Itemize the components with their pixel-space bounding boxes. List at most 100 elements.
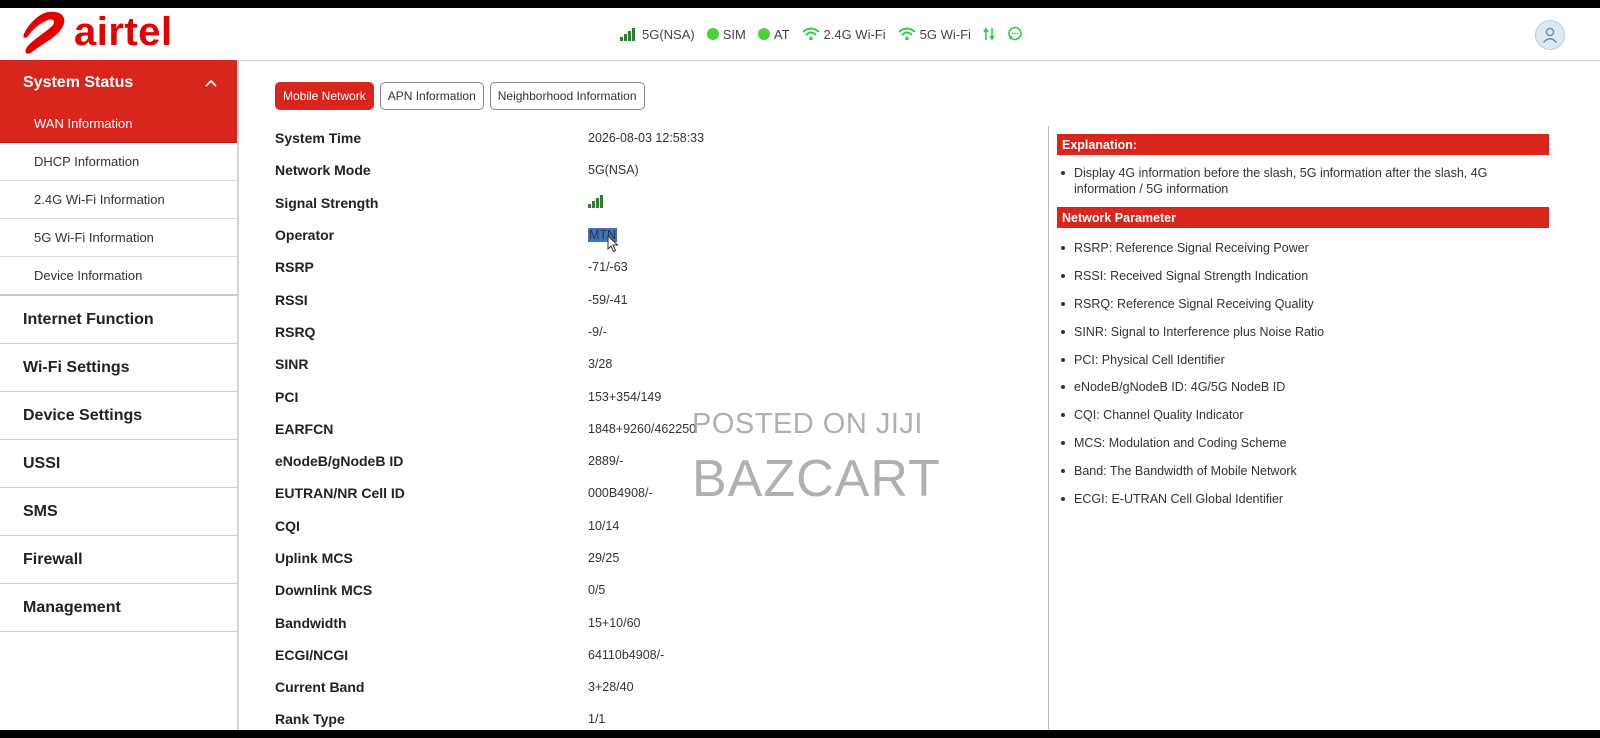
list-item: eNodeB/gNodeB ID: 4G/5G NodeB ID [1057, 373, 1549, 401]
sidebar-item-wan-information[interactable]: WAN Information [0, 105, 237, 143]
info-value: 5G(NSA) [588, 163, 639, 178]
router-admin-screen: airtel 5G(NSA) SIM AT 2.4G Wi-Fi 5G Wi-F… [0, 8, 1600, 730]
info-value: 153+354/149 [588, 389, 662, 404]
wifi-24g-status: 2.4G Wi-Fi [801, 26, 886, 42]
info-row: ECGI/NCGI 64110b4908/- [275, 639, 1035, 671]
at-label: AT [773, 26, 790, 42]
list-item: MCS: Modulation and Coding Scheme [1057, 429, 1549, 457]
info-label: RSSI [275, 291, 308, 308]
mobile-network-info-table: System Time 2026-08-03 12:58:33 Network M… [275, 122, 1035, 730]
wifi-5g-label: 5G Wi-Fi [919, 26, 971, 42]
info-value: -59/-41 [588, 292, 628, 307]
tab-bar: Mobile Network APN Information Neighborh… [275, 82, 651, 110]
info-label: CQI [275, 517, 300, 534]
info-label: System Time [275, 130, 362, 147]
help-panel: Explanation: Display 4G information befo… [1057, 134, 1549, 513]
signal-strength-value [588, 194, 606, 211]
sidebar-section-system-status[interactable]: System Status [0, 60, 237, 105]
info-label: EUTRAN/NR Cell ID [275, 485, 405, 502]
main-content: Mobile Network APN Information Neighborh… [239, 60, 1600, 730]
chat-bubble-icon [1008, 26, 1022, 41]
info-label: EARFCN [275, 420, 334, 437]
sidebar-item-wifi-settings[interactable]: Wi-Fi Settings [0, 344, 237, 392]
top-header: airtel 5G(NSA) SIM AT 2.4G Wi-Fi 5G Wi-F… [0, 8, 1600, 61]
network-parameter-header: Network Parameter [1057, 207, 1549, 228]
tab-apn-information[interactable]: APN Information [379, 82, 484, 110]
info-row: Rank Type 1/1 [275, 703, 1035, 730]
info-row: Downlink MCS 0/5 [275, 574, 1035, 606]
data-transfer-status [983, 27, 995, 41]
sidebar-item-sms[interactable]: SMS [0, 488, 237, 536]
info-row: Current Band 3+28/40 [275, 671, 1035, 703]
list-item: PCI: Physical Cell Identifier [1057, 346, 1549, 374]
info-value: 3+28/40 [588, 680, 634, 695]
info-label: SINR [275, 356, 309, 373]
info-label: RSRP [275, 259, 314, 276]
info-value: 1848+9260/462250 [588, 421, 697, 436]
mouse-cursor-icon [607, 235, 619, 253]
info-value: 000B4908/- [588, 486, 653, 501]
info-row: RSRQ -9/- [275, 316, 1035, 348]
info-label: eNodeB/gNodeB ID [275, 453, 404, 470]
info-row: Network Mode 5G(NSA) [275, 154, 1035, 186]
wifi-5g-status: 5G Wi-Fi [897, 26, 971, 42]
info-row: EUTRAN/NR Cell ID 000B4908/- [275, 477, 1035, 509]
explanation-header: Explanation: [1057, 134, 1549, 155]
info-row: Bandwidth 15+10/60 [275, 606, 1035, 638]
info-label: Current Band [275, 679, 365, 696]
network-mode-label: 5G(NSA) [642, 26, 695, 42]
sim-label: SIM [722, 26, 746, 42]
info-value: 2026-08-03 12:58:33 [588, 131, 705, 146]
info-label: Bandwidth [275, 614, 347, 631]
section-title: System Status [23, 73, 134, 91]
info-label: PCI [275, 388, 299, 405]
sidebar-item-5g-wifi-information[interactable]: 5G Wi-Fi Information [0, 219, 237, 257]
airtel-logo[interactable]: airtel [18, 8, 188, 58]
airtel-swirl-icon [23, 11, 65, 54]
info-value: 64110b4908/- [588, 647, 665, 662]
info-row: Operator MTN [275, 219, 1035, 251]
network-parameter-list: RSRP: Reference Signal Receiving Power R… [1057, 234, 1549, 513]
list-item: RSSI: Received Signal Strength Indicatio… [1057, 262, 1549, 290]
sidebar-item-firewall[interactable]: Firewall [0, 536, 237, 584]
sim-status: SIM [706, 26, 746, 42]
at-ok-dot-icon [757, 28, 770, 40]
tab-neighborhood-information[interactable]: Neighborhood Information [489, 82, 645, 110]
info-label: Downlink MCS [275, 582, 373, 599]
info-label: Operator [275, 227, 335, 244]
info-value: 29/25 [588, 551, 620, 565]
info-value: -9/- [588, 324, 607, 339]
info-row: CQI 10/14 [275, 510, 1035, 542]
signal-bars-icon [620, 28, 635, 41]
sidebar-item-dhcp-information[interactable]: DHCP Information [0, 143, 237, 181]
chevron-up-icon [205, 79, 217, 87]
signal-bars-icon [588, 195, 603, 209]
message-status[interactable] [1007, 26, 1023, 42]
info-row: System Time 2026-08-03 12:58:33 [275, 122, 1035, 154]
user-avatar-icon[interactable] [1535, 20, 1565, 50]
list-item: ECGI: E-UTRAN Cell Global Identifier [1057, 485, 1549, 513]
info-row: RSRP -71/-63 [275, 251, 1035, 283]
list-item: CQI: Channel Quality Indicator [1057, 401, 1549, 429]
info-row: Uplink MCS 29/25 [275, 542, 1035, 574]
info-row: RSSI -59/-41 [275, 283, 1035, 315]
info-row: Signal Strength [275, 187, 1035, 219]
sidebar: System Status WAN Information DHCP Infor… [0, 60, 239, 730]
sidebar-item-24g-wifi-information[interactable]: 2.4G Wi-Fi Information [0, 181, 237, 219]
list-item: RSRP: Reference Signal Receiving Power [1057, 234, 1549, 262]
sim-ok-dot-icon [706, 28, 719, 40]
list-item: RSRQ: Reference Signal Receiving Quality [1057, 290, 1549, 318]
info-row: eNodeB/gNodeB ID 2889/- [275, 445, 1035, 477]
brand-name: airtel [74, 10, 173, 54]
wifi-24g-label: 2.4G Wi-Fi [823, 26, 886, 42]
tab-mobile-network[interactable]: Mobile Network [275, 82, 374, 110]
sidebar-item-management[interactable]: Management [0, 584, 237, 632]
info-value: 0/5 [588, 583, 606, 598]
info-label: Network Mode [275, 162, 371, 179]
sidebar-item-ussi[interactable]: USSI [0, 440, 237, 488]
wifi-icon [897, 27, 916, 41]
list-item: SINR: Signal to Interference plus Noise … [1057, 318, 1549, 346]
sidebar-item-internet-function[interactable]: Internet Function [0, 296, 237, 344]
sidebar-item-device-information[interactable]: Device Information [0, 257, 237, 296]
sidebar-item-device-settings[interactable]: Device Settings [0, 392, 237, 440]
